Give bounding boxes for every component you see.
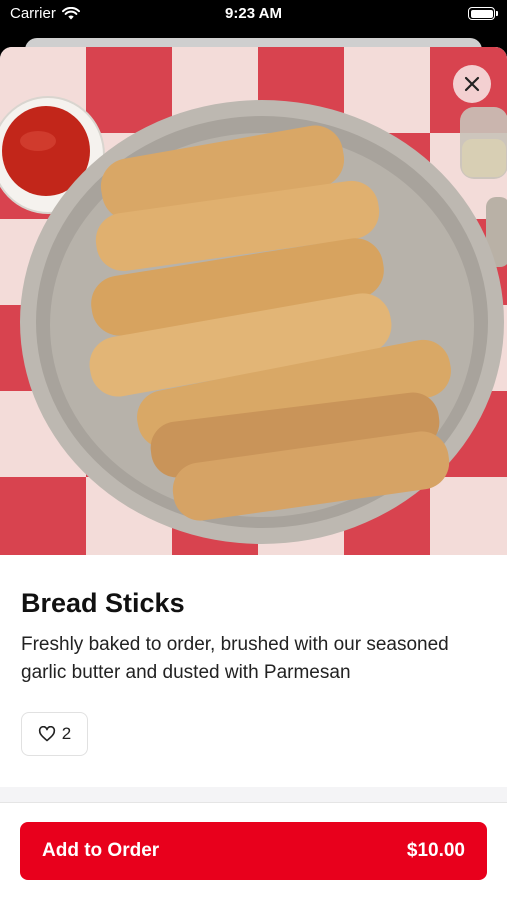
breadsticks-illustration (0, 96, 507, 544)
like-button[interactable]: 2 (21, 712, 88, 756)
add-to-order-button[interactable]: Add to Order $10.00 (20, 822, 487, 880)
close-button[interactable] (453, 65, 491, 103)
item-description: Freshly baked to order, brushed with our… (21, 634, 449, 683)
like-count: 2 (61, 724, 72, 743)
status-bar: Carrier 9:23 AM (0, 0, 507, 30)
close-icon (464, 76, 480, 92)
item-photo (0, 47, 507, 555)
item-detail-sheet: Bread Sticks Freshly baked to order, bru… (0, 47, 507, 900)
item-price: $10.00 (406, 840, 465, 861)
item-title: Bread Sticks (21, 588, 185, 618)
status-time: 9:23 AM (225, 5, 282, 22)
section-separator (0, 787, 507, 803)
footer-divider (0, 802, 507, 803)
add-to-order-label: Add to Order (42, 840, 160, 861)
heart-outline-icon (38, 726, 55, 742)
battery-icon (468, 7, 498, 20)
